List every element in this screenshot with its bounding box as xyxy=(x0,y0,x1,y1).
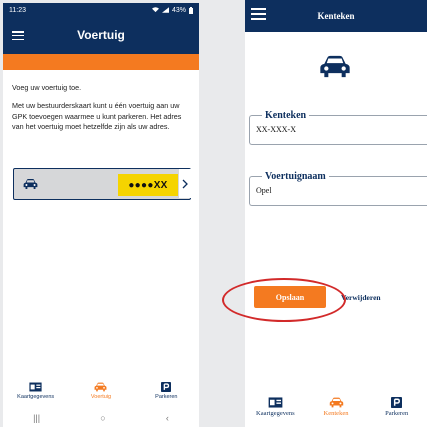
page-title: Voertuig xyxy=(77,28,125,42)
car-icon xyxy=(320,55,350,78)
status-time: 11:23 xyxy=(9,6,26,14)
voertuignaam-field[interactable]: Voertuignaam Opel xyxy=(249,171,427,206)
status-bar: 11:23 43% xyxy=(3,3,199,17)
battery-icon xyxy=(189,6,193,14)
tab-label: Parkeren xyxy=(155,394,178,400)
kenteken-field[interactable]: Kenteken XX-XXX-X xyxy=(249,110,427,145)
tab-label: Voertuig xyxy=(90,394,112,400)
id-card-icon xyxy=(268,397,283,408)
id-card-icon xyxy=(29,382,42,392)
orange-band xyxy=(3,54,199,70)
voertuignaam-value[interactable]: Opel xyxy=(256,186,423,195)
kenteken-value[interactable]: XX-XXX-X xyxy=(256,125,423,134)
intro-text: Voeg uw voertuig toe. xyxy=(12,83,82,92)
parking-icon xyxy=(391,397,403,408)
android-nav-bar: ||| ○ ‹ xyxy=(3,408,199,427)
tab-parkeren[interactable]: Parkeren xyxy=(134,380,199,408)
tab-kenteken[interactable]: Kenteken xyxy=(306,395,367,427)
left-phone-screen: 11:23 43% Voertuig Voeg uw voertuig toe.… xyxy=(3,3,199,427)
bottom-tab-bar: Kaartgegevens Voertuig Parkeren xyxy=(3,380,199,408)
license-plate: ●●●●XX xyxy=(118,174,178,196)
signal-icon xyxy=(161,7,169,13)
delete-link[interactable]: Verwijderen xyxy=(341,293,381,302)
back-icon[interactable]: ‹ xyxy=(166,413,169,423)
app-bar: Voertuig xyxy=(3,17,199,54)
app-bar: Kenteken xyxy=(245,0,427,32)
tab-parkeren[interactable]: Parkeren xyxy=(366,395,427,427)
save-button[interactable]: Opslaan xyxy=(254,286,326,308)
car-icon xyxy=(329,397,343,408)
bottom-tab-bar: Kaartgegevens Kenteken Parkeren xyxy=(245,395,427,427)
parking-icon xyxy=(161,382,172,392)
battery-level: 43% xyxy=(171,6,186,14)
field-legend: Kenteken xyxy=(265,110,307,121)
vehicle-card[interactable]: ●●●●XX xyxy=(13,168,191,200)
tab-kaartgegevens[interactable]: Kaartgegevens xyxy=(245,395,306,427)
tab-voertuig[interactable]: Voertuig xyxy=(68,380,133,408)
car-icon xyxy=(95,382,107,392)
tab-label: Kenteken xyxy=(323,410,349,417)
tab-kaartgegevens[interactable]: Kaartgegevens xyxy=(3,380,68,408)
wifi-icon xyxy=(151,7,159,13)
tab-label: Kaartgegevens xyxy=(256,410,295,417)
page-title: Kenteken xyxy=(317,11,355,21)
field-legend: Voertuignaam xyxy=(265,171,326,182)
tab-label: Parkeren xyxy=(385,410,409,417)
home-icon[interactable]: ○ xyxy=(100,413,105,423)
right-phone-screen: Kenteken Kenteken XX-XXX-X Voertuignaam … xyxy=(245,0,427,427)
description-text: Met uw bestuurderskaart kunt u één voert… xyxy=(12,101,182,131)
tab-label: Kaartgegevens xyxy=(17,394,55,400)
chevron-right-icon[interactable] xyxy=(179,169,191,198)
car-icon xyxy=(23,179,38,189)
recent-apps-icon[interactable]: ||| xyxy=(33,413,40,423)
